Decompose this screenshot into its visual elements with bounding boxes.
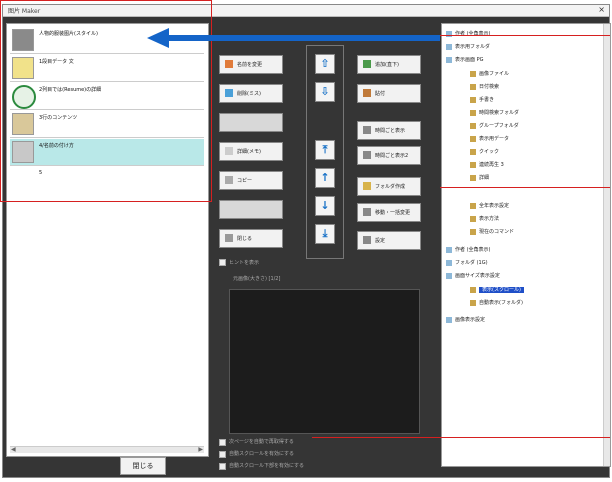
details-button[interactable]: 詳細(メモ) xyxy=(219,142,283,161)
tree-item[interactable]: フォルダ (1G) xyxy=(446,259,488,266)
file-icon xyxy=(470,148,476,155)
hint-checkbox[interactable] xyxy=(219,259,226,266)
rename-icon xyxy=(225,60,233,68)
annotation-line xyxy=(312,437,610,438)
add-icon xyxy=(363,60,371,68)
close-item-button[interactable]: 閉じる xyxy=(219,229,283,248)
auto-scroll-checkbox[interactable] xyxy=(219,451,226,458)
file-icon xyxy=(470,70,476,77)
tree-item[interactable]: 画像表示設定 xyxy=(446,316,485,323)
folder-icon xyxy=(446,259,452,266)
paste-icon xyxy=(363,89,371,97)
move-batch-button[interactable]: 移動・一括変更 xyxy=(357,203,421,222)
time-view-button[interactable]: 時間ごと表示 xyxy=(357,121,421,140)
tree-item-selected[interactable]: 表示(スクロール) xyxy=(470,286,524,293)
file-icon xyxy=(470,228,476,235)
annotation-arrow-line xyxy=(168,35,440,41)
folder-icon xyxy=(446,272,452,279)
copy-button[interactable]: コピー xyxy=(219,171,283,190)
tree-item[interactable]: 表示用フォルダ xyxy=(446,43,490,50)
auto-scroll-label: 自動スクロールを有効にする xyxy=(229,451,295,457)
auto-refetch-label: 次ページを自動で再取得する xyxy=(229,439,294,445)
scroll-left-icon[interactable]: ◀ xyxy=(11,446,16,453)
move-top-icon[interactable]: ⇧ xyxy=(315,54,335,74)
disabled-button xyxy=(219,113,283,132)
auto-scroll-bottom-checkbox[interactable] xyxy=(219,463,226,470)
copy-icon xyxy=(225,176,233,184)
horizontal-scrollbar[interactable]: ◀ ▶ xyxy=(10,446,204,453)
folder-icon xyxy=(446,43,452,50)
tree-item[interactable]: 時間検索フォルダ xyxy=(470,109,519,116)
tree-item[interactable]: 日付検索 xyxy=(470,83,499,90)
close-item-icon xyxy=(225,234,233,242)
file-icon xyxy=(470,202,476,209)
folder-icon xyxy=(363,182,371,190)
delete-button[interactable]: 削除(ミス) xyxy=(219,84,283,103)
vertical-scrollbar[interactable] xyxy=(603,24,610,466)
tree-item[interactable]: 画面サイズ表示設定 xyxy=(446,272,500,279)
tree-item[interactable]: 手書き xyxy=(470,96,494,103)
move-first-icon[interactable]: ⤒ xyxy=(315,140,335,160)
time-view2-button[interactable]: 時間ごと表示2 xyxy=(357,146,421,165)
tree-item[interactable]: 現在のコマンド xyxy=(470,228,514,235)
tree-item[interactable]: 画像ファイル xyxy=(470,70,509,77)
category-tree[interactable]: 作者 (全角表示) 表示用フォルダ 表示画面 PG 画像ファイル 日付検索 手書… xyxy=(441,23,611,467)
folder-icon xyxy=(446,246,452,253)
file-icon xyxy=(470,286,476,293)
tree-item[interactable]: 詳細 xyxy=(470,174,489,181)
annotation-line xyxy=(440,35,610,36)
preview-area xyxy=(229,289,420,434)
move-icon xyxy=(363,208,371,216)
move-last-icon[interactable]: ⤓ xyxy=(315,224,335,244)
annotation-highlight-box xyxy=(0,0,212,202)
details-icon xyxy=(225,147,233,155)
gear-icon xyxy=(363,236,371,244)
auto-scroll-bottom-label: 自動スクロール下部を有効にする xyxy=(229,463,305,469)
new-folder-button[interactable]: フォルダ作成 xyxy=(357,177,421,196)
tree-item[interactable]: 表示方法 xyxy=(470,215,499,222)
file-icon xyxy=(470,83,476,90)
close-button[interactable]: 閉じる xyxy=(120,457,166,475)
tree-item[interactable]: 自動表示(フォルダ) xyxy=(470,299,523,306)
disabled-button xyxy=(219,200,283,219)
tree-item[interactable]: 全年表示設定 xyxy=(470,202,509,209)
file-icon xyxy=(470,299,476,306)
add-button[interactable]: 追加(直下) xyxy=(357,55,421,74)
settings-button[interactable]: 設定 xyxy=(357,231,421,250)
file-icon xyxy=(470,96,476,103)
file-icon xyxy=(470,215,476,222)
move-down-icon[interactable]: ↓ xyxy=(315,196,335,216)
file-icon xyxy=(470,135,476,142)
folder-icon xyxy=(446,56,452,63)
rename-button[interactable]: 名前を変更 xyxy=(219,55,283,74)
tree-item[interactable]: 表示画面 PG xyxy=(446,56,483,63)
time-icon xyxy=(363,126,371,134)
folder-icon xyxy=(446,316,452,323)
move-up-icon[interactable]: ↑ xyxy=(315,168,335,188)
tree-item[interactable]: 作者 (全角表示) xyxy=(446,246,491,253)
time-icon xyxy=(363,151,371,159)
file-icon xyxy=(470,174,476,181)
file-icon xyxy=(470,109,476,116)
tree-item[interactable]: クイック xyxy=(470,148,499,155)
file-icon xyxy=(470,161,476,168)
scroll-right-icon[interactable]: ▶ xyxy=(198,446,203,453)
file-icon xyxy=(470,122,476,129)
annotation-arrow-head xyxy=(147,28,169,48)
paste-button[interactable]: 貼付 xyxy=(357,84,421,103)
hint-label: ヒントを表示 xyxy=(229,260,260,266)
tree-item[interactable]: グループフォルダ xyxy=(470,122,519,129)
close-icon[interactable]: × xyxy=(598,5,605,14)
auto-refetch-checkbox[interactable] xyxy=(219,439,226,446)
annotation-line xyxy=(440,187,610,188)
move-bottom-icon[interactable]: ⇩ xyxy=(315,82,335,102)
tree-item[interactable]: 連続再生 3 xyxy=(470,161,504,168)
preview-label: 元画像(大きさ) [1/2] xyxy=(233,276,281,282)
delete-icon xyxy=(225,89,233,97)
tree-item[interactable]: 表示用データ xyxy=(470,135,509,142)
move-controls: ⇧ ⇩ ⤒ ↑ ↓ ⤓ xyxy=(306,45,344,259)
